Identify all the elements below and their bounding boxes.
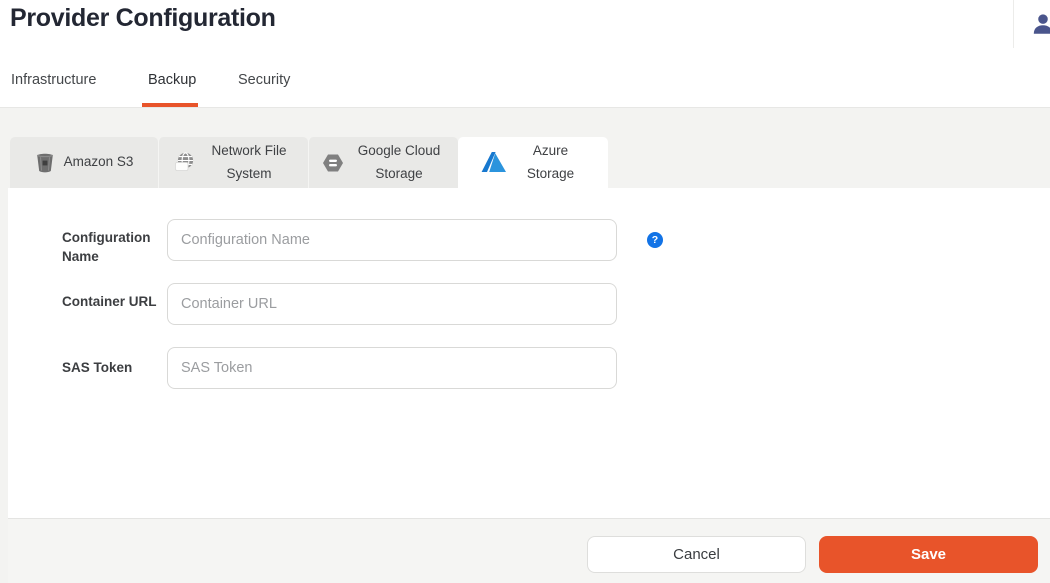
- container-url-input[interactable]: [167, 283, 617, 325]
- save-button[interactable]: Save: [819, 536, 1038, 573]
- provider-tab-label: Amazon S3: [64, 151, 134, 174]
- configuration-name-label: Configuration Name: [62, 228, 162, 266]
- provider-tab-google-cloud-storage[interactable]: Google Cloud Storage: [308, 137, 458, 188]
- provider-tab-label: Azure Storage: [516, 140, 586, 186]
- page-title: Provider Configuration: [10, 4, 276, 33]
- provider-form-panel: Configuration Name ? Container URL SAS T…: [8, 188, 1050, 518]
- main-tab-bar: Infrastructure Backup Security: [0, 62, 1050, 108]
- configuration-name-input[interactable]: [167, 219, 617, 261]
- tab-infrastructure[interactable]: Infrastructure: [11, 72, 96, 88]
- sas-token-label: SAS Token: [62, 358, 162, 377]
- tab-security[interactable]: Security: [238, 72, 290, 88]
- google-cloud-storage-icon: [322, 153, 344, 173]
- azure-storage-icon: [481, 152, 507, 173]
- form-footer: Cancel Save: [8, 518, 1050, 583]
- header-divider: [1013, 0, 1014, 48]
- amazon-s3-icon: [35, 152, 55, 174]
- provider-tab-network-file-system[interactable]: Network File System: [158, 137, 308, 188]
- provider-tab-label: Network File System: [205, 140, 293, 186]
- cancel-button[interactable]: Cancel: [587, 536, 806, 573]
- help-icon[interactable]: ?: [647, 232, 663, 248]
- provider-tab-azure-storage[interactable]: Azure Storage: [458, 137, 608, 188]
- active-tab-underline: [142, 103, 198, 107]
- provider-tab-amazon-s3[interactable]: Amazon S3: [10, 137, 158, 188]
- sas-token-input[interactable]: [167, 347, 617, 389]
- page-header: Provider Configuration Infrastructure Ba…: [0, 0, 1050, 108]
- network-file-system-icon: [174, 152, 196, 173]
- user-icon[interactable]: [1030, 11, 1050, 42]
- container-url-label: Container URL: [62, 292, 162, 311]
- tab-backup[interactable]: Backup: [148, 72, 196, 88]
- provider-tab-label: Google Cloud Storage: [353, 140, 445, 186]
